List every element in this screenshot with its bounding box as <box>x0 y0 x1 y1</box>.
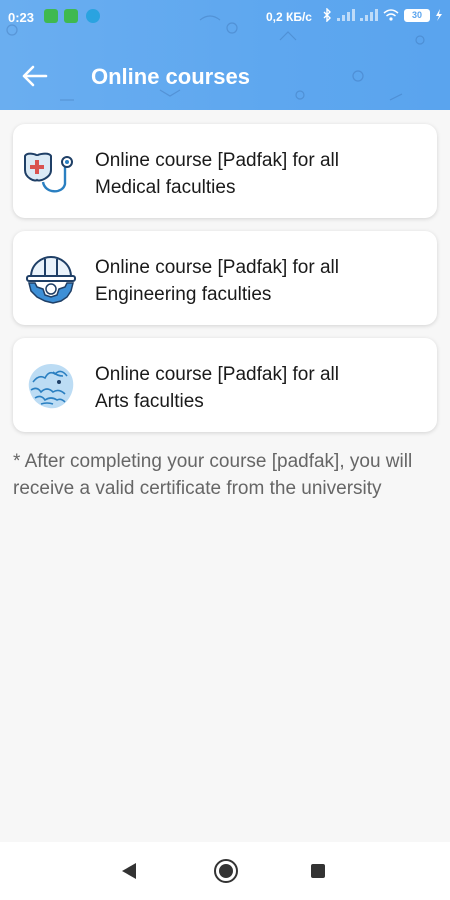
course-label: Online course [Padfak] for all Arts facu… <box>95 361 425 415</box>
course-label: Online course [Padfak] for all Medical f… <box>95 147 425 201</box>
nav-back-icon[interactable] <box>121 862 137 880</box>
signal-icon <box>360 9 378 21</box>
notification-icon <box>44 9 58 23</box>
back-button[interactable] <box>20 58 52 94</box>
status-time: 0:23 <box>8 10 35 25</box>
course-label: Online course [Padfak] for all Engineeri… <box>95 254 425 308</box>
page-title: Online courses <box>91 64 250 89</box>
arrow-left-icon <box>22 65 48 87</box>
arts-lion-icon <box>28 364 74 409</box>
course-title-line1: Online course [Padfak] for all <box>95 257 339 278</box>
nav-recents-icon[interactable] <box>311 864 325 878</box>
course-card-engineering[interactable]: Online course [Padfak] for all Engineeri… <box>13 231 437 325</box>
course-card-arts[interactable]: Online course [Padfak] for all Arts facu… <box>13 338 437 432</box>
signal-icon <box>337 9 355 21</box>
app-header: 0:23 0,2 КБ/с 30 Online courses <box>0 0 450 110</box>
bluetooth-icon <box>323 8 331 22</box>
medical-stethoscope-icon <box>24 152 73 193</box>
system-nav-bar <box>0 842 450 900</box>
network-speed: 0,2 КБ/с <box>266 10 312 24</box>
course-title-line1: Online course [Padfak] for all <box>95 364 339 385</box>
status-icons: 30 <box>322 8 442 22</box>
charging-icon <box>436 9 442 21</box>
course-title-line2: Arts faculties <box>95 391 204 412</box>
battery-icon: 30 <box>404 8 430 22</box>
nav-home-icon[interactable] <box>213 858 239 884</box>
course-title-line2: Engineering faculties <box>95 284 272 305</box>
engineering-helmet-gear-icon <box>26 255 76 304</box>
wifi-icon <box>383 9 399 21</box>
course-title-line2: Medical faculties <box>95 177 236 198</box>
course-card-medical[interactable]: Online course [Padfak] for all Medical f… <box>13 124 437 218</box>
toolbar: Online courses <box>0 56 450 100</box>
certificate-note: * After completing your course [padfak],… <box>13 451 413 499</box>
course-title-line1: Online course [Padfak] for all <box>95 150 339 171</box>
telegram-icon <box>86 9 100 23</box>
notification-icon <box>64 9 78 23</box>
status-bar: 0:23 0,2 КБ/с 30 <box>0 0 450 34</box>
